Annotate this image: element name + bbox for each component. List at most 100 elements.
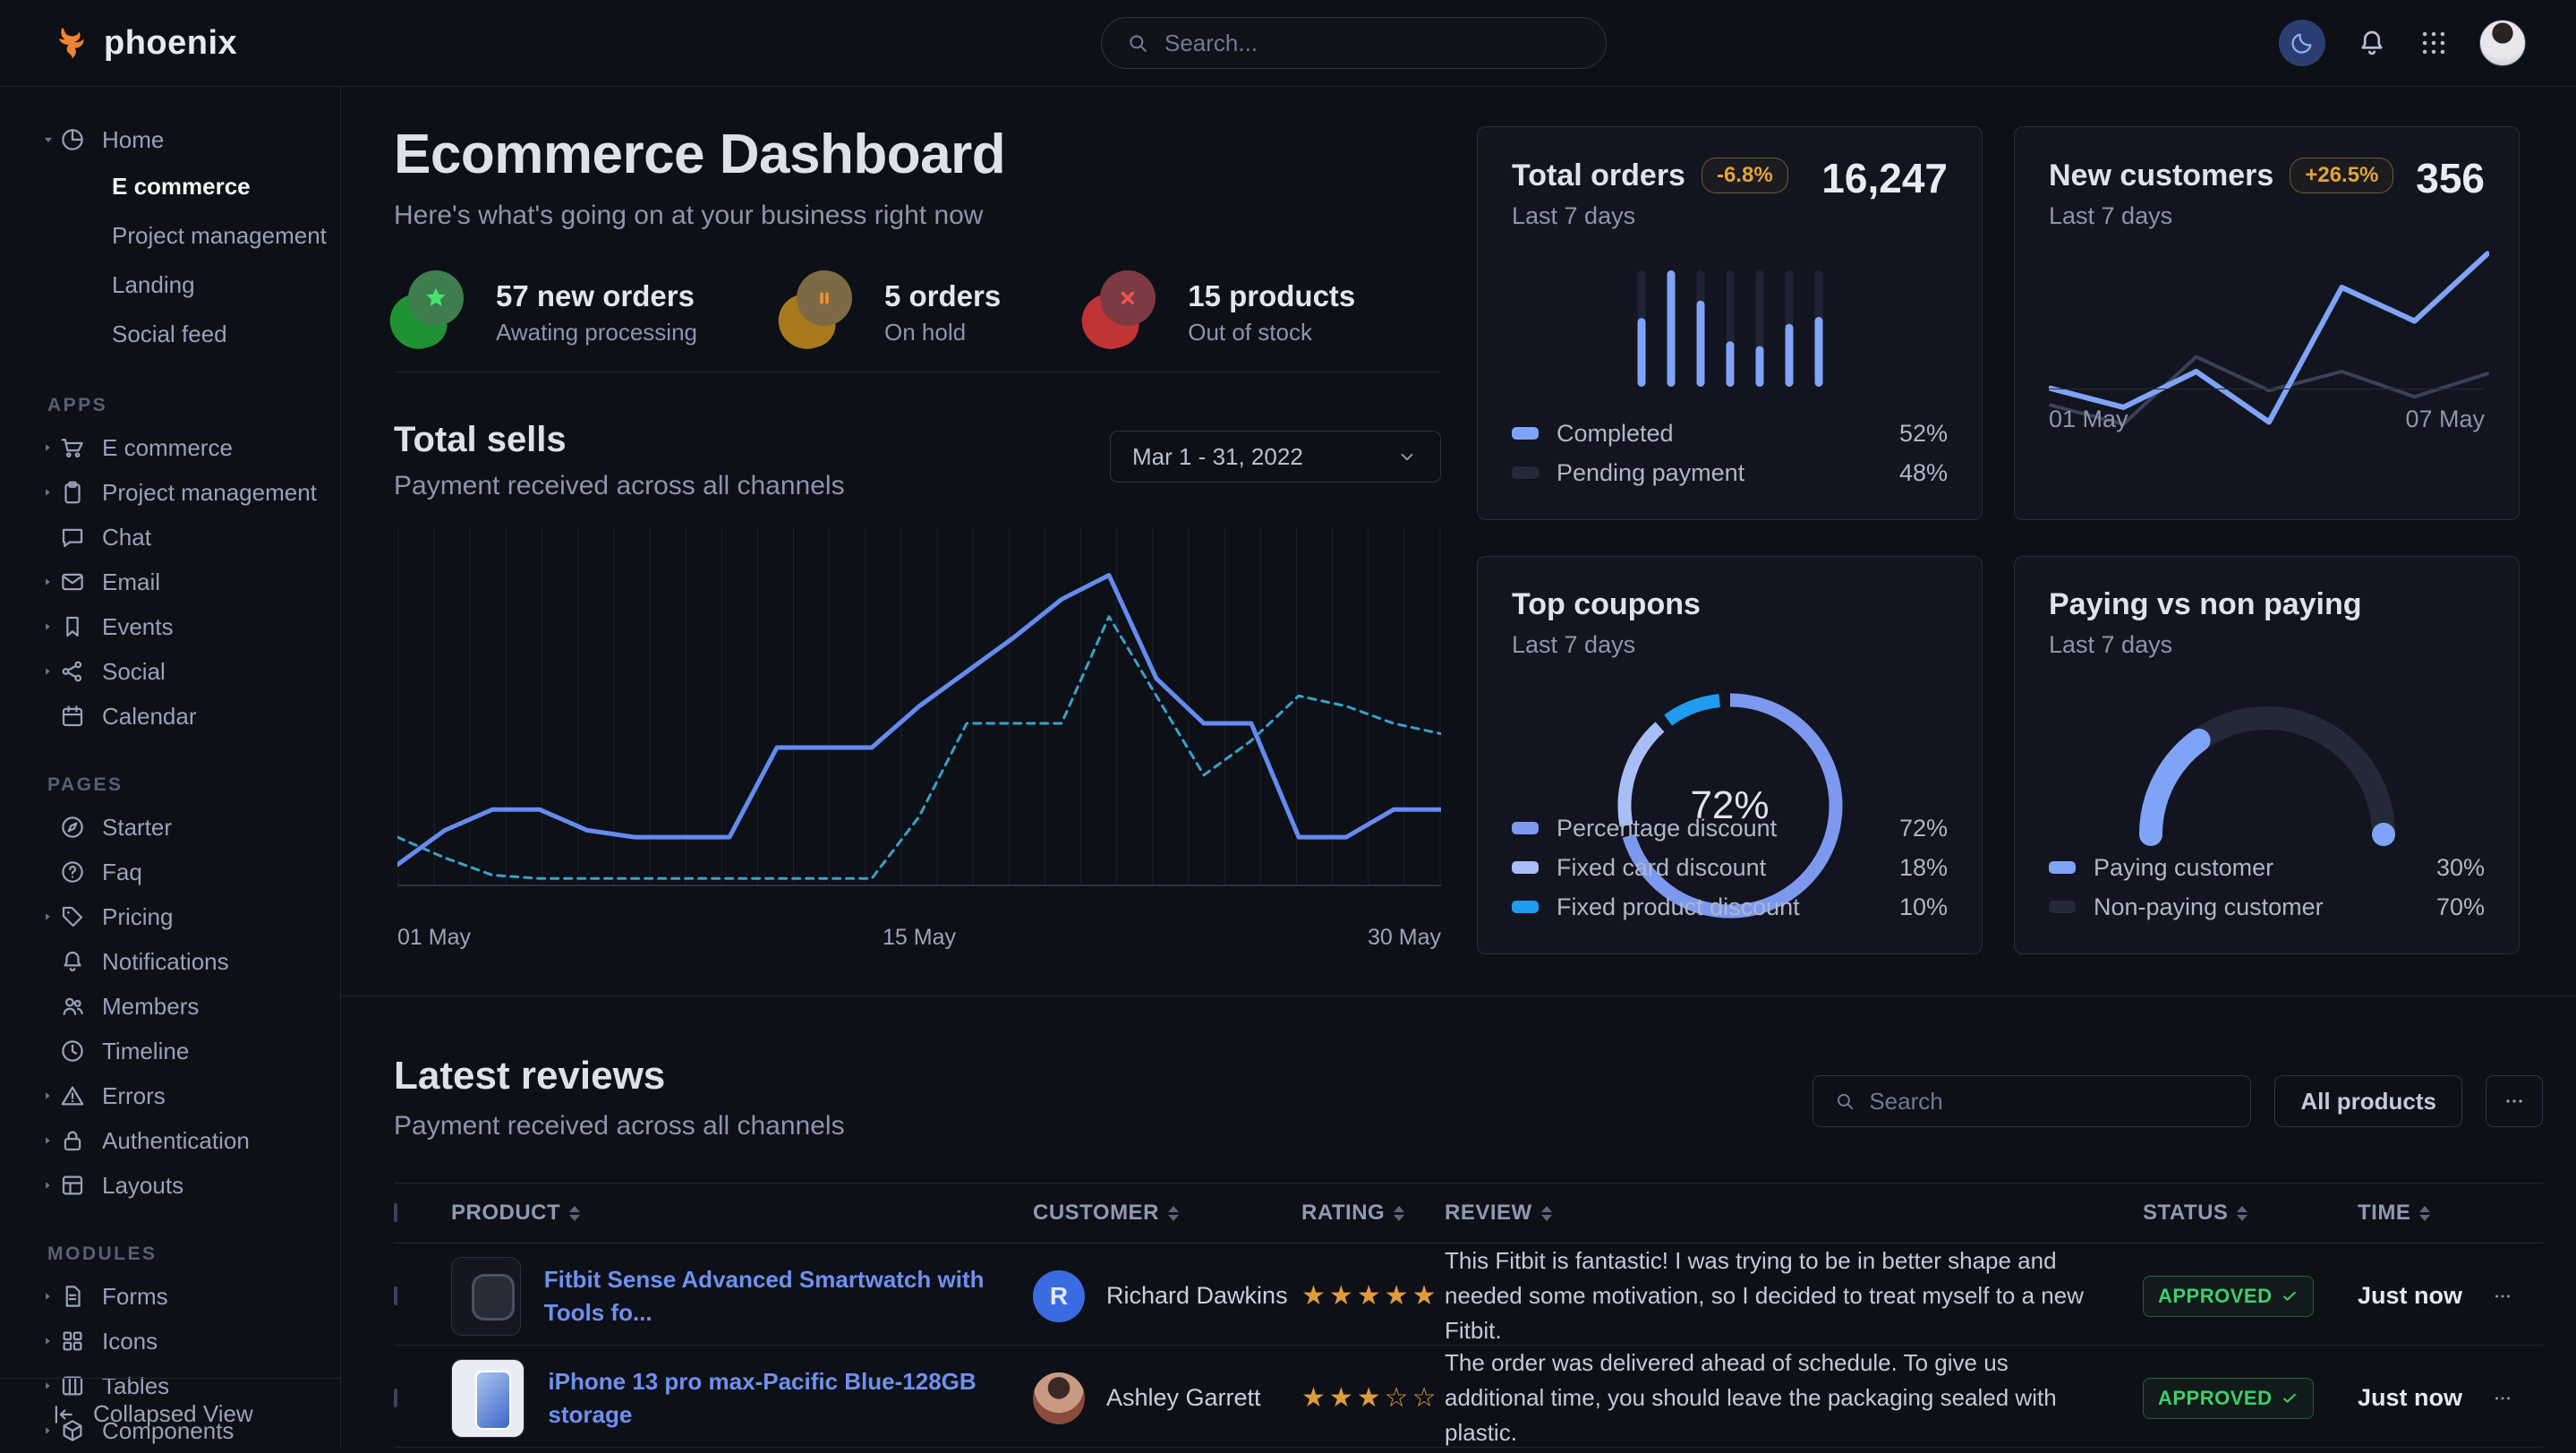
sidebar-subitem-e-commerce[interactable]: E commerce — [0, 162, 340, 211]
status-badge: APPROVED — [2143, 1378, 2314, 1419]
sidebar-item-project-management[interactable]: Project management — [0, 470, 340, 515]
sidebar-item-label: Starter — [102, 814, 172, 842]
caret-right-icon — [39, 909, 59, 925]
sidebar-item-e-commerce[interactable]: E commerce — [0, 425, 340, 470]
sidebar-item-email[interactable]: Email — [0, 560, 340, 604]
product-image[interactable] — [451, 1359, 525, 1438]
users-icon — [59, 993, 90, 1020]
column-header-time[interactable]: TIME — [2358, 1201, 2492, 1226]
sidebar-item-label: Pricing — [102, 903, 173, 931]
card-title: New customers — [2049, 158, 2273, 193]
top-coupons-card: Top coupons Last 7 days 72% Percentage d… — [1477, 556, 1983, 954]
sidebar-item-errors[interactable]: Errors — [0, 1073, 340, 1118]
sidebar-item-faq[interactable]: Faq — [0, 850, 340, 894]
select-all-checkbox[interactable] — [394, 1203, 397, 1222]
moon-icon — [2289, 30, 2316, 56]
review-time: Just now — [2358, 1384, 2492, 1412]
date-range-value: Mar 1 - 31, 2022 — [1132, 443, 1303, 471]
app-logo[interactable]: phoenix — [50, 22, 237, 64]
sidebar-subitem-landing[interactable]: Landing — [0, 261, 340, 310]
row-checkbox[interactable] — [394, 1286, 397, 1305]
review-time: Just now — [2358, 1282, 2492, 1310]
customer-avatar[interactable] — [1033, 1372, 1085, 1424]
sidebar-item-label: Authentication — [102, 1127, 250, 1155]
global-search-input[interactable] — [1164, 30, 1582, 57]
sidebar-item-home[interactable]: Home — [0, 117, 340, 162]
card-title: Paying vs non paying — [2049, 587, 2362, 622]
column-header-product[interactable]: PRODUCT — [451, 1201, 1033, 1226]
sidebar-section-pages: PAGES — [47, 774, 340, 796]
customer-avatar[interactable]: R — [1033, 1270, 1085, 1322]
row-checkbox[interactable] — [394, 1389, 397, 1407]
top-coupons-legend: Percentage discount 72% Fixed card disco… — [1512, 808, 1948, 927]
pause-icon — [782, 270, 865, 355]
reviews-search-input[interactable] — [1869, 1088, 2231, 1115]
check-icon — [2281, 1389, 2299, 1407]
sidebar-item-social[interactable]: Social — [0, 649, 340, 694]
legend-fixed-product-discount: Fixed product discount 10% — [1512, 887, 1948, 927]
column-header-status[interactable]: STATUS — [2143, 1201, 2358, 1226]
legend-completed: Completed 52% — [1512, 414, 1948, 453]
grid-icon — [59, 1328, 90, 1355]
user-avatar[interactable] — [2479, 20, 2526, 66]
notifications-bell-icon[interactable] — [2356, 27, 2388, 59]
total-sells-chart — [397, 527, 1441, 912]
chevron-down-icon — [1395, 445, 1419, 468]
customer-name: Richard Dawkins — [1106, 1282, 1288, 1310]
sidebar-item-notifications[interactable]: Notifications — [0, 939, 340, 984]
card-period: Last 7 days — [2049, 631, 2485, 659]
row-actions-icon[interactable] — [2492, 1286, 2546, 1307]
sidebar-item-calendar[interactable]: Calendar — [0, 694, 340, 739]
sidebar-item-events[interactable]: Events — [0, 604, 340, 649]
card-title: Top coupons — [1512, 587, 1701, 622]
column-header-customer[interactable]: CUSTOMER — [1033, 1201, 1301, 1226]
collapse-icon — [50, 1401, 77, 1428]
row-actions-icon[interactable] — [2492, 1388, 2546, 1409]
lock-icon — [59, 1127, 90, 1154]
file-text-icon — [59, 1283, 90, 1310]
all-products-button[interactable]: All products — [2274, 1075, 2462, 1127]
app-grid-icon[interactable] — [2418, 28, 2449, 58]
rating-stars: ★★★★★ — [1301, 1280, 1445, 1312]
sidebar-item-timeline[interactable]: Timeline — [0, 1029, 340, 1073]
paying-card: Paying vs non paying Last 7 days Paying … — [2014, 556, 2520, 954]
tag-icon — [59, 903, 90, 930]
reviews-search[interactable] — [1813, 1075, 2251, 1127]
sidebar-item-starter[interactable]: Starter — [0, 805, 340, 850]
sidebar-item-pricing[interactable]: Pricing — [0, 894, 340, 939]
theme-toggle-button[interactable] — [2279, 20, 2325, 66]
caret-right-icon — [39, 1288, 59, 1304]
sidebar-item-label: Calendar — [102, 703, 197, 731]
sidebar-item-label: Project management — [102, 479, 317, 507]
sidebar-item-icons[interactable]: Icons — [0, 1319, 340, 1363]
sidebar-item-authentication[interactable]: Authentication — [0, 1118, 340, 1163]
compass-icon — [59, 814, 90, 841]
sort-icon — [2237, 1206, 2248, 1221]
sidebar-subitem-project-management[interactable]: Project management — [0, 211, 340, 261]
sidebar-item-forms[interactable]: Forms — [0, 1274, 340, 1319]
x-tick-label: 01 May — [2049, 406, 2128, 433]
product-link[interactable]: Fitbit Sense Advanced Smartwatch with To… — [544, 1263, 1033, 1329]
sidebar-item-chat[interactable]: Chat — [0, 515, 340, 560]
trend-badge: +26.5% — [2290, 158, 2393, 193]
stat-label: On hold — [884, 319, 1001, 346]
sidebar-item-layouts[interactable]: Layouts — [0, 1163, 340, 1208]
status-badge: APPROVED — [2143, 1276, 2314, 1317]
stat-value: 57 new orders — [496, 279, 697, 313]
global-search[interactable] — [1101, 17, 1607, 69]
column-header-review[interactable]: REVIEW — [1445, 1201, 2143, 1226]
sidebar-item-members[interactable]: Members — [0, 984, 340, 1029]
review-text: The order was delivered ahead of schedul… — [1445, 1346, 2143, 1449]
x-tick-label: 15 May — [883, 925, 956, 951]
product-image[interactable] — [451, 1257, 521, 1336]
sidebar-item-label: Layouts — [102, 1172, 183, 1200]
date-range-select[interactable]: Mar 1 - 31, 2022 — [1110, 431, 1441, 483]
calendar-icon — [59, 703, 90, 730]
sidebar-subitem-social-feed[interactable]: Social feed — [0, 310, 340, 359]
clock-icon — [59, 1038, 90, 1064]
collapsed-view-toggle[interactable]: Collapsed View — [0, 1378, 340, 1449]
sort-icon — [569, 1206, 580, 1221]
reviews-more-button[interactable] — [2486, 1075, 2543, 1127]
product-link[interactable]: iPhone 13 pro max-Pacific Blue-128GB sto… — [548, 1365, 1033, 1431]
column-header-rating[interactable]: RATING — [1301, 1201, 1445, 1226]
